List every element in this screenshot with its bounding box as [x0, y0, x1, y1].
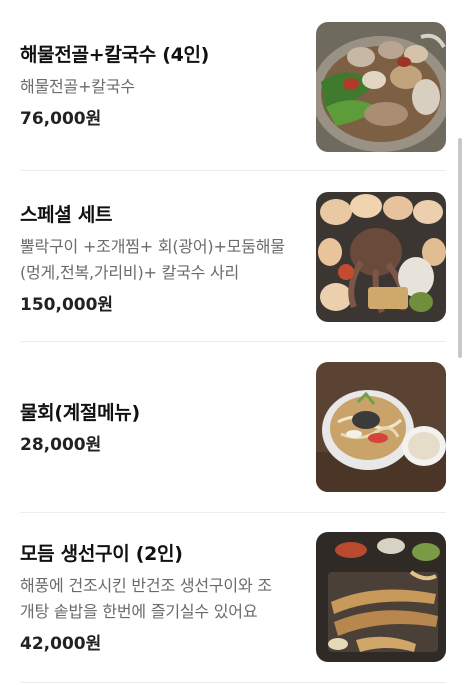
grilled-fish-photo[interactable]	[316, 532, 446, 662]
menu-item-grilled-fish[interactable]: 모듬 생선구이 (2인) 해풍에 건조시킨 반건조 생선구이와 조 개탕 솥밥을…	[20, 532, 446, 662]
menu-item-name: 스페셜 세트	[20, 204, 113, 226]
menu-item-price: 42,000원	[20, 634, 102, 654]
menu-item-price: 150,000원	[20, 295, 114, 315]
seafood-hotpot-photo[interactable]	[316, 22, 446, 152]
divider	[20, 341, 446, 342]
menu-item-price: 76,000원	[20, 109, 102, 129]
divider	[20, 512, 446, 513]
menu-item-description: 해물전골+칼국수	[20, 77, 135, 96]
mulhoe-bowl-photo[interactable]	[316, 362, 446, 492]
menu-list: 해물전골+칼국수 (4인) 해물전골+칼국수 76,000원 스페셜 세트 뿔락…	[0, 0, 466, 685]
menu-item-description-line: 해풍에 건조시킨 반건조 생선구이와 조	[20, 576, 272, 595]
menu-item-name: 물회(계절메뉴)	[20, 402, 140, 424]
menu-item-name: 해물전골+칼국수 (4인)	[20, 44, 210, 66]
menu-item-text: 물회(계절메뉴) 28,000원	[20, 400, 300, 457]
menu-item-special-set[interactable]: 스페셜 세트 뿔락구이 +조개찜+ 회(광어)+모둠해물 (멍게,전복,가리비)…	[20, 192, 446, 322]
menu-item-description-line: (멍게,전복,가리비)+ 칼국수 사리	[20, 263, 240, 282]
divider	[20, 170, 446, 171]
menu-item-text: 모듬 생선구이 (2인) 해풍에 건조시킨 반건조 생선구이와 조 개탕 솥밥을…	[20, 541, 300, 656]
divider	[20, 682, 446, 683]
menu-item-seafood-hotpot[interactable]: 해물전골+칼국수 (4인) 해물전골+칼국수 76,000원	[20, 22, 446, 152]
menu-item-description: 뿔락구이 +조개찜+ 회(광어)+모둠해물 (멍게,전복,가리비)+ 칼국수 사…	[20, 234, 300, 286]
seafood-platter-photo[interactable]	[316, 192, 446, 322]
menu-item-description-line: 개탕 솥밥을 한번에 즐기실수 있어요	[20, 602, 258, 621]
scrollbar[interactable]	[458, 138, 462, 358]
menu-item-mulhoe[interactable]: 물회(계절메뉴) 28,000원	[20, 362, 446, 492]
menu-item-price: 28,000원	[20, 435, 102, 455]
menu-item-name: 모듬 생선구이 (2인)	[20, 543, 183, 565]
menu-item-text: 해물전골+칼국수 (4인) 해물전골+칼국수 76,000원	[20, 42, 300, 131]
menu-item-text: 스페셜 세트 뿔락구이 +조개찜+ 회(광어)+모둠해물 (멍게,전복,가리비)…	[20, 202, 300, 317]
menu-item-description: 해풍에 건조시킨 반건조 생선구이와 조 개탕 솥밥을 한번에 즐기실수 있어요	[20, 573, 300, 625]
menu-item-description-line: 뿔락구이 +조개찜+ 회(광어)+모둠해물	[20, 237, 285, 256]
